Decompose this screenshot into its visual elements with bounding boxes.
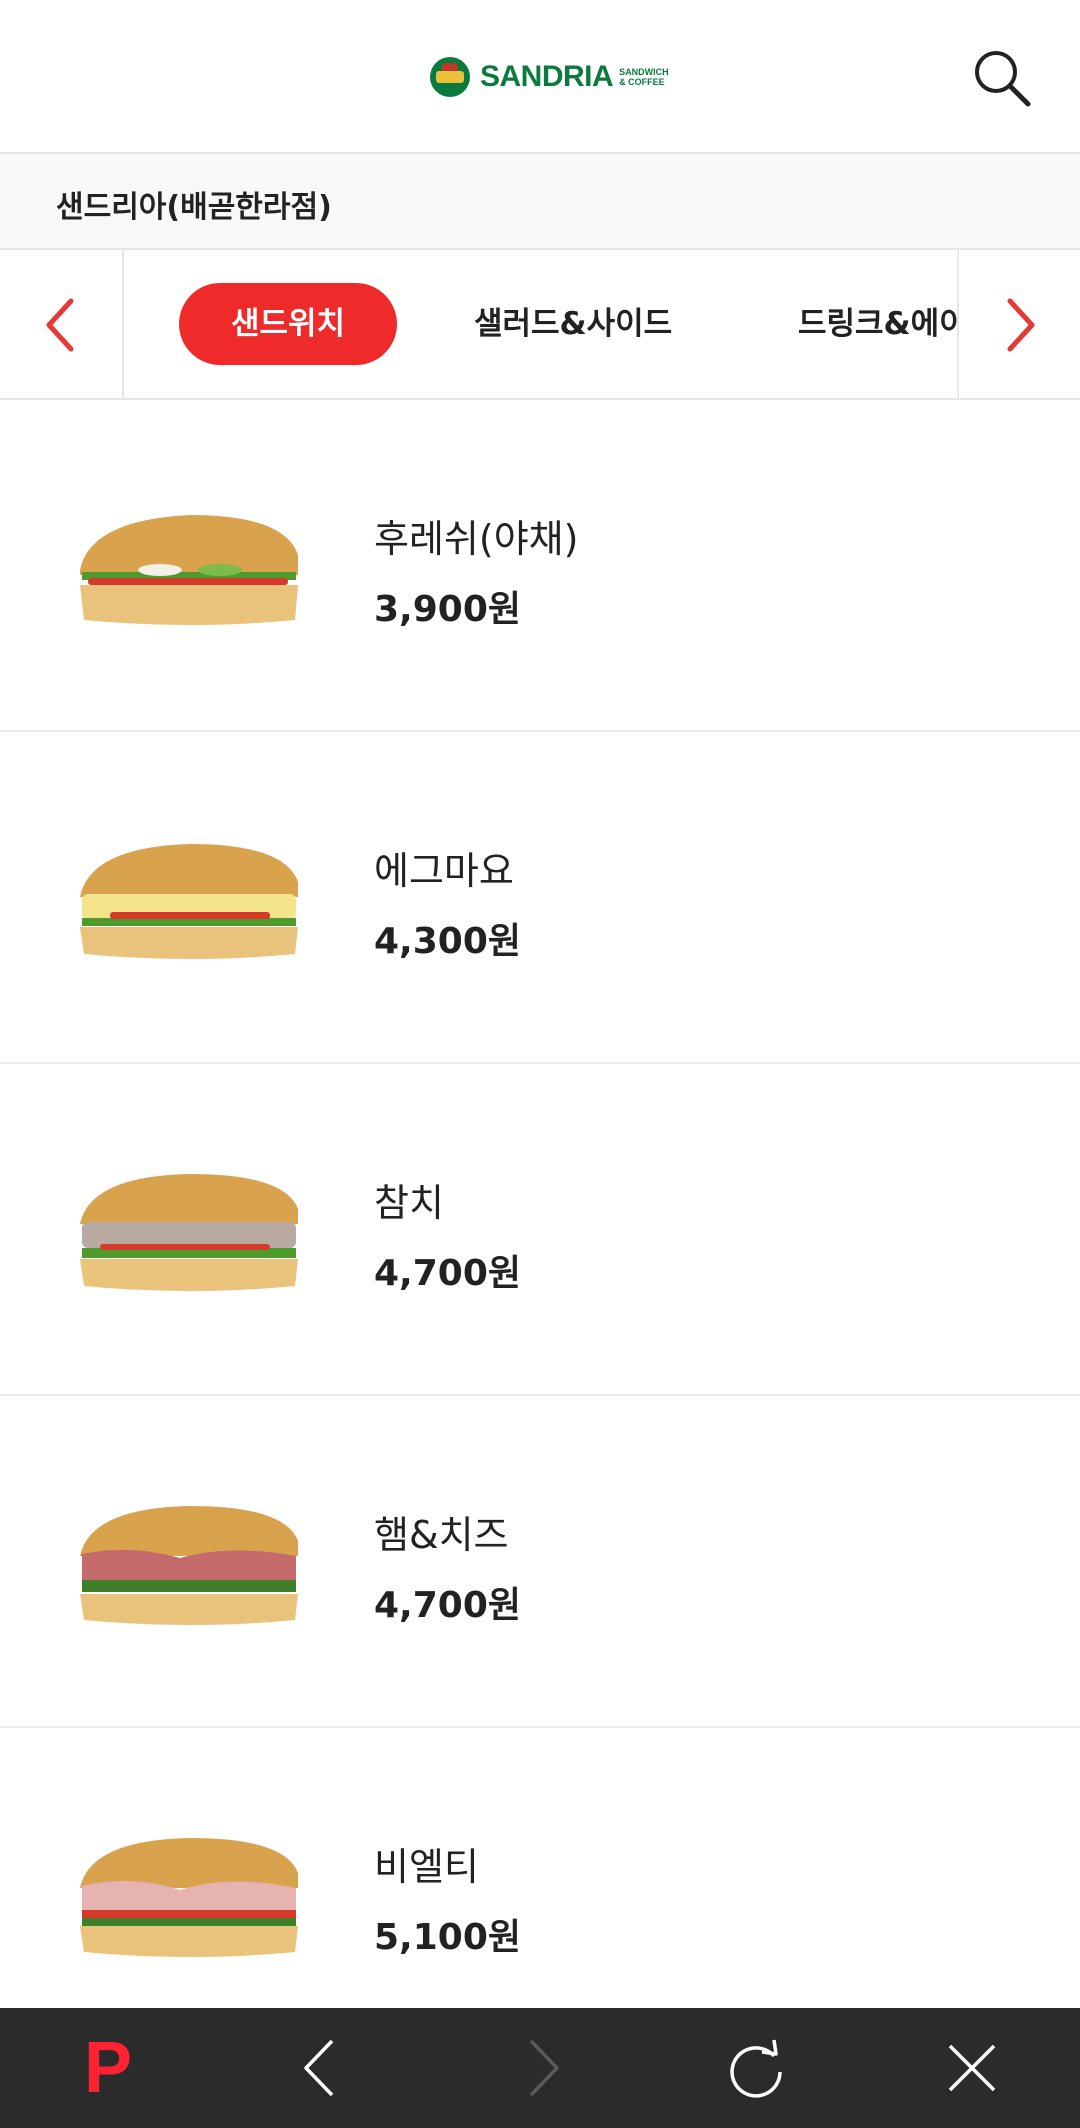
- sandwich-image: [80, 1506, 298, 1625]
- sandwich-image: [80, 844, 298, 959]
- chevron-right-icon: [1007, 298, 1034, 352]
- brand-emblem-icon: [430, 57, 470, 97]
- close-button[interactable]: [932, 2028, 1012, 2108]
- search-icon: [975, 51, 1031, 107]
- brand-name: SANDRIA: [480, 60, 614, 93]
- brand-subtitle-line-2: & COFFEE: [619, 77, 665, 87]
- menu-item[interactable]: 에그마요 4,300원: [0, 732, 1080, 1064]
- brand-subtitle: SANDWICH & COFFEE: [619, 67, 669, 87]
- tab-salad-side[interactable]: 샐러드&사이드: [474, 283, 672, 365]
- sandwich-image: [80, 515, 298, 625]
- menu-item-price: 4,700원: [374, 1253, 521, 1294]
- brand-subtitle-line-1: SANDWICH: [619, 67, 669, 77]
- browser-bottom-bar: P: [0, 2008, 1080, 2128]
- category-next-button[interactable]: [957, 250, 1080, 398]
- category-bar: 샌드위치 샐러드&사이드 드링크&에이: [0, 250, 1080, 400]
- menu-item[interactable]: 햄&치즈 4,700원: [0, 1396, 1080, 1728]
- menu-item-name: 비엘티: [374, 1845, 479, 1889]
- sandria-logo[interactable]: SANDRIA SANDWICH & COFFEE: [430, 55, 669, 99]
- app-logo-button[interactable]: P: [68, 2028, 148, 2108]
- close-icon: [948, 2044, 996, 2092]
- category-prev-button[interactable]: [0, 250, 124, 398]
- menu-item-price: 5,100원: [374, 1917, 521, 1958]
- tab-sandwich[interactable]: 샌드위치: [179, 283, 397, 365]
- menu-item-price: 4,700원: [374, 1585, 521, 1626]
- menu-item-price: 4,300원: [374, 921, 521, 962]
- menu-item-name: 참치: [374, 1181, 444, 1225]
- menu-item-name: 햄&치즈: [374, 1513, 509, 1557]
- menu-item-name: 후레쉬(야채): [374, 517, 579, 561]
- chevron-right-icon: [529, 2039, 559, 2097]
- category-tabs: 샌드위치 샐러드&사이드 드링크&에이: [126, 250, 957, 398]
- forward-button[interactable]: [502, 2028, 582, 2108]
- sandwich-image: [80, 1838, 298, 1957]
- refresh-button[interactable]: [716, 2028, 796, 2108]
- chevron-left-icon: [46, 298, 74, 352]
- menu-list: 후레쉬(야채) 3,900원 에그마요 4,300원 참치 4,700원 햄&치…: [0, 400, 1080, 2060]
- app-header: SANDRIA SANDWICH & COFFEE: [0, 0, 1080, 154]
- store-name: 샌드리아(배곧한라점): [56, 190, 332, 225]
- menu-item[interactable]: 참치 4,700원: [0, 1064, 1080, 1396]
- store-bar: 샌드리아(배곧한라점): [0, 154, 1080, 250]
- chevron-left-icon: [304, 2039, 334, 2097]
- sandwich-image: [80, 1174, 298, 1291]
- back-button[interactable]: [281, 2028, 361, 2108]
- tab-drink[interactable]: 드링크&에이: [798, 283, 957, 365]
- search-button[interactable]: [970, 46, 1034, 110]
- menu-item-name: 에그마요: [374, 849, 514, 893]
- menu-item-price: 3,900원: [374, 589, 521, 630]
- menu-item[interactable]: 후레쉬(야채) 3,900원: [0, 400, 1080, 732]
- refresh-icon: [730, 2039, 782, 2098]
